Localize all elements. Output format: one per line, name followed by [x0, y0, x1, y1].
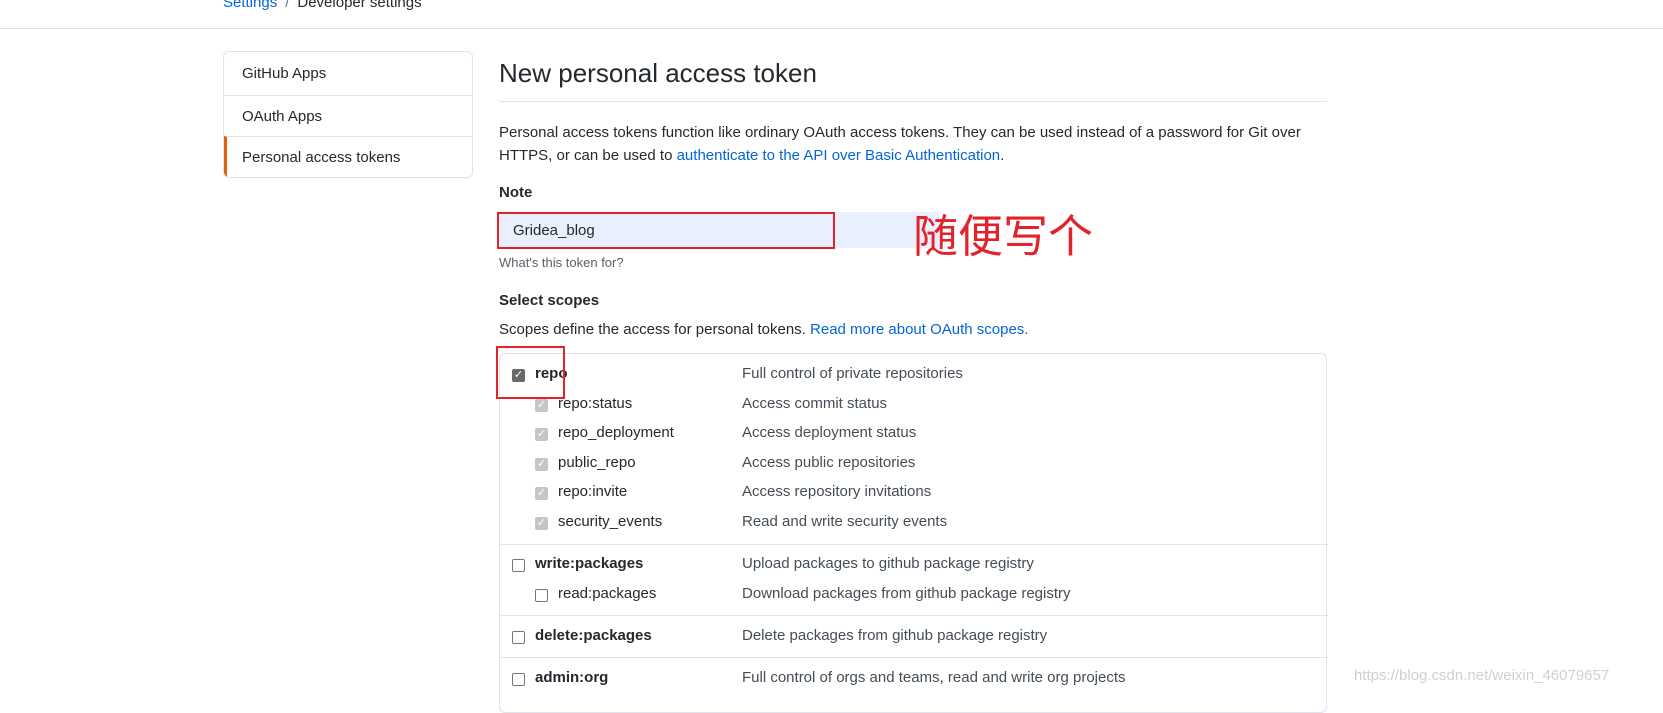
scope-checkbox[interactable]: [512, 559, 525, 572]
scopes-description: Scopes define the access for personal to…: [499, 321, 1028, 338]
note-label: Note: [499, 184, 533, 201]
note-hint: What's this token for?: [499, 255, 624, 270]
scope-checkbox[interactable]: ✓: [535, 487, 548, 500]
scope-description: Access public repositories: [742, 454, 916, 471]
repo-highlight-box: [496, 346, 565, 399]
scope-checkbox[interactable]: [512, 673, 525, 686]
scope-checkbox[interactable]: ✓: [535, 458, 548, 471]
scope-name: repo:status: [558, 395, 633, 412]
developer-settings-sidebar: GitHub Apps OAuth Apps Personal access t…: [223, 51, 473, 178]
sidebar-item-personal-access-tokens[interactable]: Personal access tokens: [224, 136, 472, 177]
sidebar-item-github-apps[interactable]: GitHub Apps: [224, 52, 472, 95]
scope-description: Read and write security events: [742, 513, 948, 530]
scope-description: Download packages from github package re…: [742, 585, 1071, 602]
scope-description: Full control of orgs and teams, read and…: [742, 669, 1126, 686]
scope-description: Access repository invitations: [742, 483, 932, 500]
scope-description: Upload packages to github package regist…: [742, 555, 1034, 572]
scope-name: read:packages: [558, 585, 657, 602]
scope-checkbox[interactable]: ✓: [535, 399, 548, 412]
breadcrumb-current: Developer settings: [297, 0, 422, 11]
select-scopes-label: Select scopes: [499, 292, 600, 309]
breadcrumb-settings-link[interactable]: Settings: [223, 0, 277, 11]
breadcrumb-separator: /: [285, 0, 290, 11]
sidebar-item-oauth-apps[interactable]: OAuth Apps: [224, 95, 472, 136]
page-title: New personal access token: [499, 58, 817, 88]
scope-name: repo:invite: [558, 483, 628, 500]
scopes-list: ✓ repo Full control of private repositorie…: [499, 353, 1328, 713]
scope-checkbox[interactable]: ✓: [535, 517, 548, 530]
watermark: https://blog.csdn.net/weixin_46079657: [1354, 667, 1610, 684]
title-divider: [499, 101, 1327, 102]
scope-name: delete:packages: [535, 627, 652, 644]
scope-description: Access deployment status: [742, 424, 917, 441]
breadcrumb: Settings / Developer settings: [223, 0, 422, 13]
intro-paragraph: Personal access tokens function like ord…: [499, 121, 1329, 167]
scope-checkbox[interactable]: [535, 589, 548, 602]
intro-end: .: [1000, 147, 1005, 164]
annotation-text: 随便写个: [913, 210, 1094, 263]
scopes-description-text: Scopes define the access for personal to…: [499, 321, 811, 338]
scope-name: write:packages: [535, 555, 644, 572]
note-highlight-box: [497, 212, 835, 249]
scope-checkbox[interactable]: [512, 631, 525, 644]
top-bar: Settings / Developer settings: [0, 0, 1663, 29]
scope-name: repo_deployment: [558, 424, 674, 441]
scope-group-divider: [500, 657, 1328, 658]
scope-name: public_repo: [558, 454, 636, 471]
scope-description: Full control of private repositories: [742, 365, 963, 382]
scope-name: admin:org: [535, 669, 609, 686]
scope-name: security_events: [558, 513, 663, 530]
scope-group-divider: [500, 544, 1328, 545]
scope-description: Delete packages from github package regi…: [742, 627, 1048, 644]
scope-group-divider: [500, 615, 1328, 616]
basic-auth-link[interactable]: authenticate to the API over Basic Authe…: [677, 147, 1001, 164]
scope-description: Access commit status: [742, 395, 888, 412]
oauth-scopes-link[interactable]: Read more about OAuth scopes.: [810, 321, 1028, 338]
scope-checkbox[interactable]: ✓: [535, 428, 548, 441]
